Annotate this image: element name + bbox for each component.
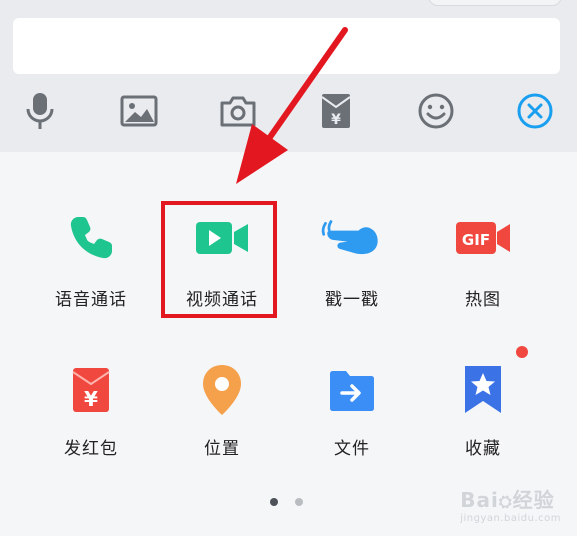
- baidu-watermark: Bai⛭经验 jingyan.baidu.com: [460, 488, 561, 524]
- watermark-main: Bai: [460, 488, 499, 512]
- annotation-arrow: [236, 27, 348, 184]
- watermark-main2: 经验: [512, 488, 555, 512]
- watermark-sub: jingyan.baidu.com: [460, 513, 561, 524]
